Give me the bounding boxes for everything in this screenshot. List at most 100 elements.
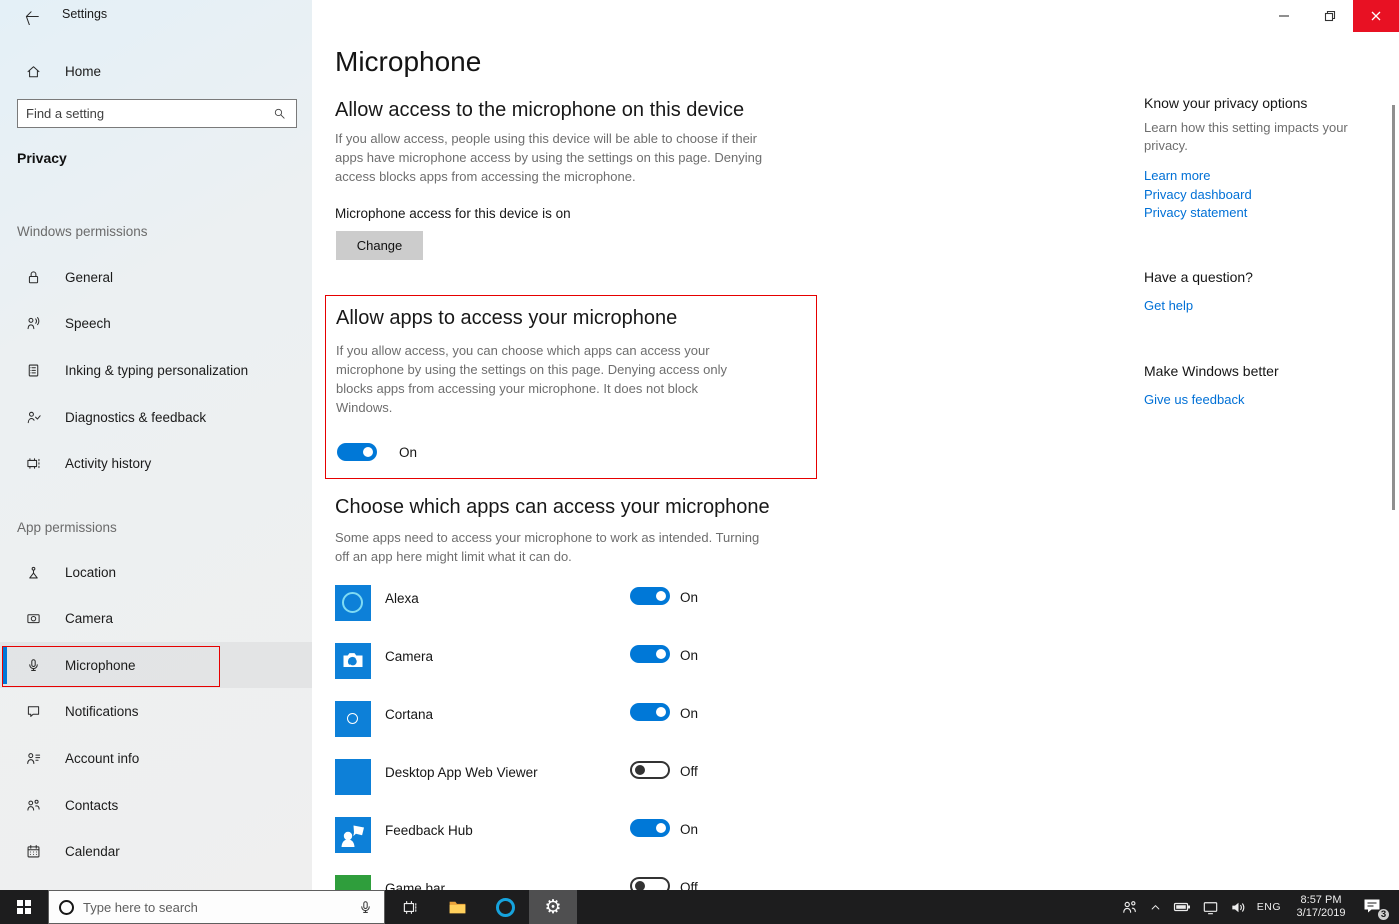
- microphone-search-icon[interactable]: [357, 899, 374, 916]
- sidebar-item-inking-typing[interactable]: Inking & typing personalization: [0, 347, 312, 393]
- home-icon: [25, 63, 42, 80]
- page-title: Microphone: [335, 46, 481, 78]
- titlebar: Settings: [0, 0, 312, 32]
- people-button[interactable]: [1120, 898, 1139, 917]
- sidebar-heading-privacy: Privacy: [17, 150, 67, 166]
- game-bar-toggle[interactable]: [630, 877, 670, 890]
- app-row-alexa: Alexa On: [335, 585, 755, 643]
- privacy-statement-link[interactable]: Privacy statement: [1144, 204, 1389, 223]
- alexa-app-button[interactable]: [481, 890, 529, 924]
- app-access-heading: Allow apps to access your microphone: [336, 307, 677, 330]
- camera-tile-icon: [335, 643, 371, 679]
- sidebar-item-activity-history[interactable]: Activity history: [0, 440, 312, 486]
- app-access-toggle[interactable]: [337, 443, 377, 461]
- sidebar-item-label: Notifications: [65, 704, 139, 719]
- activity-history-icon: [25, 455, 42, 472]
- feedback-hub-tile-icon: [335, 817, 371, 853]
- app-toggle-state: Off: [680, 764, 698, 779]
- cortana-toggle[interactable]: [630, 703, 670, 721]
- taskbar-search-placeholder: Type here to search: [83, 900, 348, 915]
- battery-button[interactable]: [1172, 897, 1192, 917]
- app-row-feedback-hub: Feedback Hub On: [335, 817, 755, 875]
- lock-icon: [25, 269, 42, 286]
- file-explorer-button[interactable]: [433, 890, 481, 924]
- app-row-game-bar: Game bar Off: [335, 875, 755, 890]
- sidebar-item-calendar[interactable]: Calendar: [0, 828, 312, 874]
- app-access-toggle-state: On: [399, 445, 417, 460]
- app-name: Feedback Hub: [385, 823, 473, 838]
- sidebar-item-label: Microphone: [65, 658, 136, 673]
- contacts-icon: [25, 797, 42, 814]
- app-access-description: If you allow access, you can choose whic…: [336, 341, 750, 417]
- sidebar-item-general[interactable]: General: [0, 254, 312, 300]
- sidebar-item-diagnostics-feedback[interactable]: Diagnostics & feedback: [0, 394, 312, 440]
- inking-icon: [25, 362, 42, 379]
- volume-button[interactable]: [1229, 898, 1248, 917]
- sidebar-item-speech[interactable]: Speech: [0, 300, 312, 346]
- sidebar-item-microphone[interactable]: Microphone: [0, 642, 312, 688]
- sidebar-item-label: General: [65, 270, 113, 285]
- sidebar-item-notifications[interactable]: Notifications: [0, 688, 312, 734]
- sidebar-item-label: Contacts: [65, 798, 118, 813]
- sidebar-item-account-info[interactable]: Account info: [0, 735, 312, 781]
- device-access-heading: Allow access to the microphone on this d…: [335, 99, 744, 122]
- sidebar-item-location[interactable]: Location: [0, 549, 312, 595]
- sidebar-item-label: Calendar: [65, 844, 120, 859]
- location-icon: [25, 564, 42, 581]
- taskbar-search[interactable]: Type here to search: [48, 890, 385, 924]
- game-bar-tile-icon: [335, 875, 371, 890]
- tray-overflow-button[interactable]: [1148, 900, 1163, 915]
- sidebar-item-label: Camera: [65, 611, 113, 626]
- sidebar-item-label: Diagnostics & feedback: [65, 410, 206, 425]
- sidebar-item-home[interactable]: Home: [0, 48, 312, 94]
- clock[interactable]: 8:57 PM 3/17/2019: [1290, 894, 1352, 920]
- app-access-toggle-wrap: On: [337, 443, 417, 461]
- settings-app-button[interactable]: ⚙: [529, 890, 577, 924]
- sidebar-item-contacts[interactable]: Contacts: [0, 782, 312, 828]
- close-icon: [1367, 7, 1385, 25]
- sidebar-item-camera[interactable]: Camera: [0, 595, 312, 641]
- back-button[interactable]: [16, 5, 46, 27]
- get-help-link[interactable]: Get help: [1144, 297, 1389, 316]
- alexa-toggle[interactable]: [630, 587, 670, 605]
- app-name: Cortana: [385, 707, 433, 722]
- help-question-heading: Have a question?: [1144, 269, 1389, 285]
- help-column: Know your privacy options Learn how this…: [1144, 95, 1389, 410]
- app-name: Alexa: [385, 591, 419, 606]
- change-button[interactable]: Change: [336, 231, 423, 260]
- choose-apps-description: Some apps need to access your microphone…: [335, 528, 767, 566]
- sidebar-item-label: Location: [65, 565, 116, 580]
- give-feedback-link[interactable]: Give us feedback: [1144, 391, 1389, 410]
- scrollbar-thumb[interactable]: [1392, 105, 1396, 510]
- network-button[interactable]: [1201, 898, 1220, 917]
- chevron-up-icon: [1148, 900, 1163, 915]
- close-button[interactable]: [1353, 0, 1399, 32]
- settings-search-input[interactable]: [18, 106, 272, 121]
- learn-more-link[interactable]: Learn more: [1144, 167, 1389, 186]
- privacy-dashboard-link[interactable]: Privacy dashboard: [1144, 186, 1389, 205]
- task-view-button[interactable]: [385, 890, 433, 924]
- language-indicator[interactable]: ENG: [1257, 901, 1281, 913]
- people-icon: [1120, 898, 1139, 917]
- feedback-hub-toggle[interactable]: [630, 819, 670, 837]
- app-toggle-state: On: [680, 822, 698, 837]
- restore-button[interactable]: [1307, 0, 1353, 32]
- calendar-icon: [25, 843, 42, 860]
- help-privacy-body: Learn how this setting impacts your priv…: [1144, 119, 1389, 155]
- minimize-button[interactable]: [1261, 0, 1307, 32]
- app-permission-list: Alexa On Camera On Cortana On Deskto: [335, 585, 755, 890]
- device-access-description: If you allow access, people using this d…: [335, 129, 770, 186]
- action-center-button[interactable]: 3: [1361, 896, 1387, 918]
- sidebar: Settings Home Privacy Windows permission…: [0, 0, 312, 890]
- cortana-icon: [59, 900, 74, 915]
- app-toggle-state: On: [680, 706, 698, 721]
- camera-toggle[interactable]: [630, 645, 670, 663]
- diagnostics-icon: [25, 409, 42, 426]
- search-icon[interactable]: [272, 106, 287, 121]
- settings-search-box: [17, 99, 297, 128]
- sidebar-item-label: Activity history: [65, 456, 151, 471]
- start-button[interactable]: [0, 890, 48, 924]
- desktop-app-web-viewer-toggle[interactable]: [630, 761, 670, 779]
- microphone-icon: [25, 657, 42, 674]
- clock-time: 8:57 PM: [1290, 894, 1352, 907]
